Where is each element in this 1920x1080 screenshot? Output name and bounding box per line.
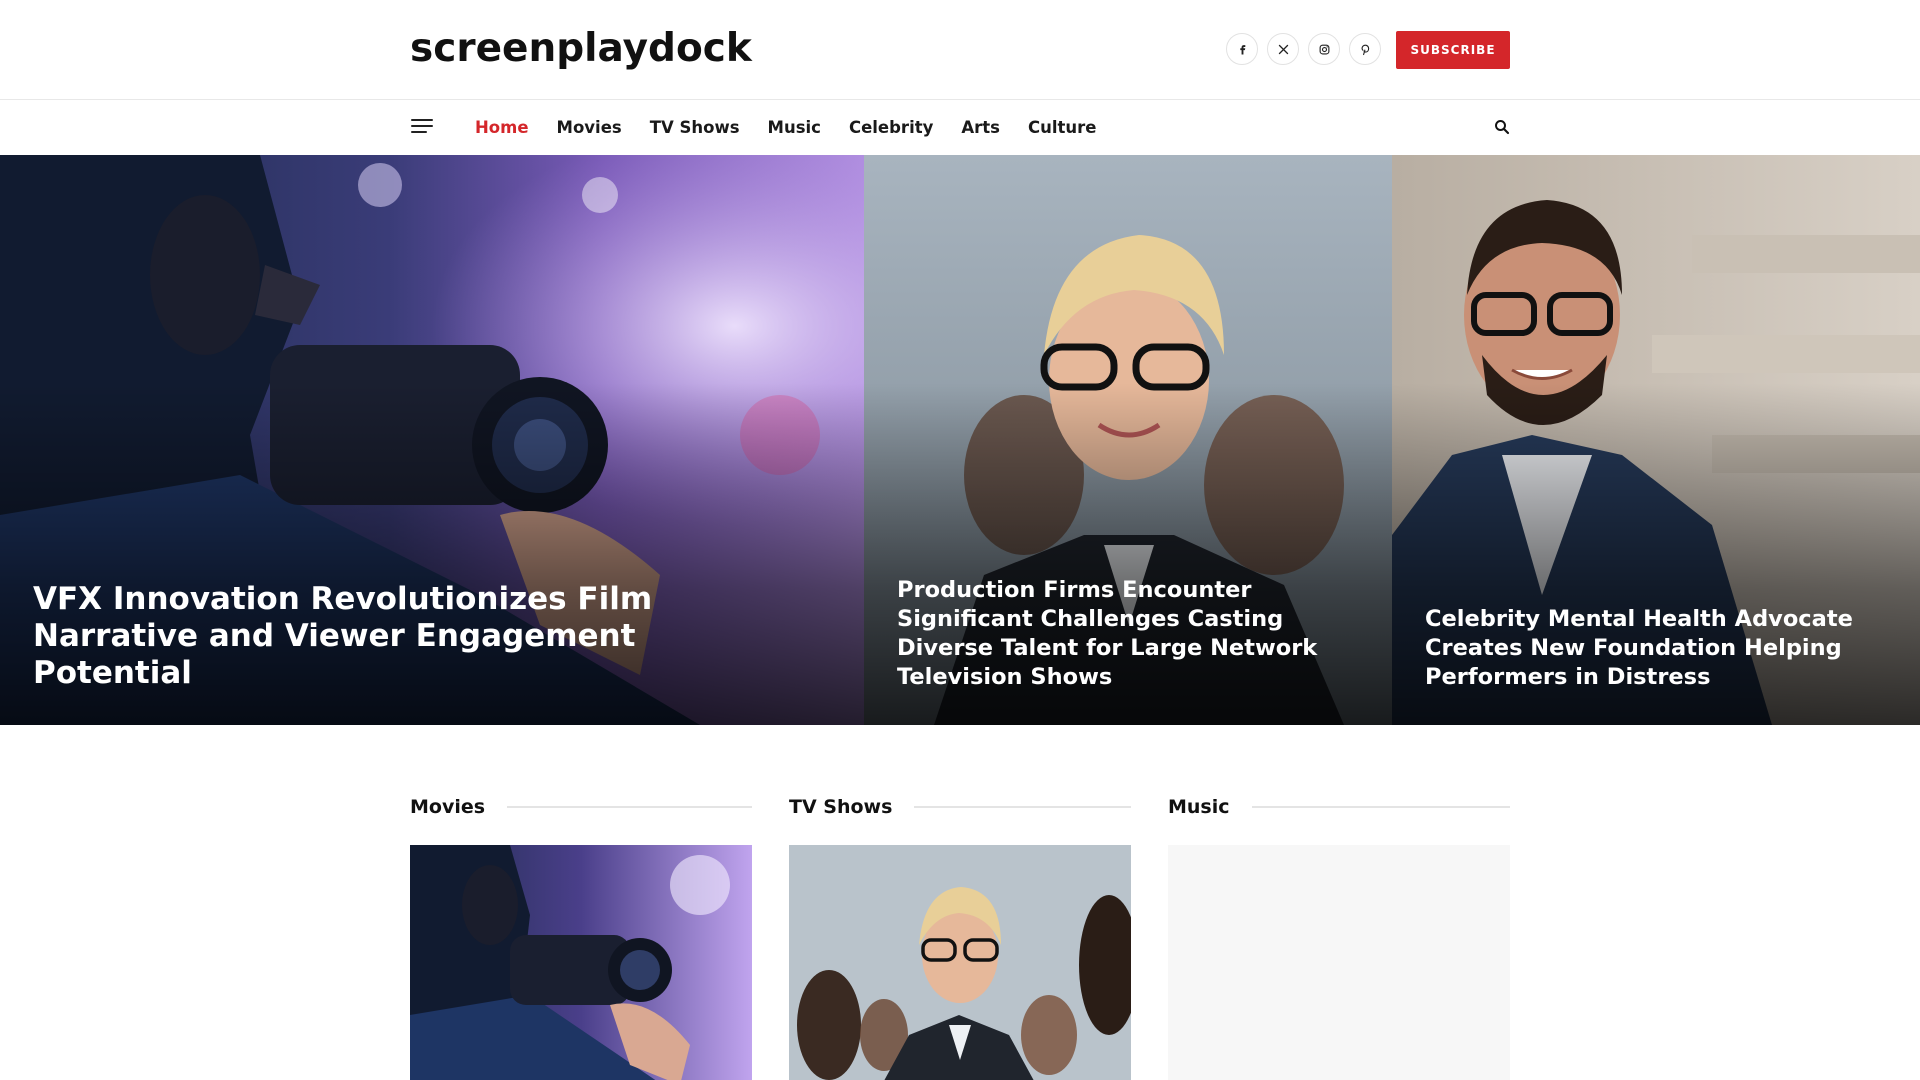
- section-music: Music: [1168, 790, 1510, 1080]
- nav-item-arts[interactable]: Arts: [961, 118, 1000, 137]
- nav-item-culture[interactable]: Culture: [1028, 118, 1096, 137]
- category-sections: Movies TV Shows Music: [410, 790, 1511, 1080]
- divider: [507, 806, 752, 808]
- hero-title-3[interactable]: Celebrity Mental Health Advocate Creates…: [1425, 605, 1890, 692]
- divider: [914, 806, 1131, 808]
- section-tv-shows: TV Shows: [789, 790, 1131, 1080]
- section-title-tv-shows[interactable]: TV Shows: [789, 796, 892, 818]
- social-links: [1226, 33, 1381, 65]
- nav-item-home[interactable]: Home: [475, 118, 529, 137]
- main-navbar: Home Movies TV Shows Music Celebrity Art…: [0, 100, 1920, 155]
- section-title-movies[interactable]: Movies: [410, 796, 485, 818]
- section-image-tv-shows[interactable]: [789, 845, 1131, 1080]
- divider: [1251, 806, 1510, 808]
- pinterest-icon: [1360, 44, 1369, 55]
- section-image-music-placeholder[interactable]: [1168, 845, 1510, 1080]
- section-header: Music: [1168, 790, 1510, 824]
- section-header: Movies: [410, 790, 752, 824]
- instagram-link[interactable]: [1308, 33, 1340, 65]
- woman-group-thumbnail: [789, 845, 1131, 1080]
- section-title-music[interactable]: Music: [1168, 796, 1230, 818]
- hero-title-2[interactable]: Production Firms Encounter Significant C…: [897, 576, 1362, 692]
- facebook-link[interactable]: [1226, 33, 1258, 65]
- section-movies: Movies: [410, 790, 752, 1080]
- site-logo[interactable]: screenplaydock: [410, 26, 752, 71]
- nav-item-tv-shows[interactable]: TV Shows: [650, 118, 740, 137]
- search-icon: [1495, 120, 1510, 135]
- x-link[interactable]: [1267, 33, 1299, 65]
- cameraman-thumbnail: [410, 845, 752, 1080]
- site-header: screenplaydock SUBSCRIBE: [0, 0, 1920, 100]
- hero-featured-grid: VFX Innovation Revolutionizes Film Narra…: [0, 155, 1920, 725]
- section-image-movies[interactable]: [410, 845, 752, 1080]
- hero-title-1[interactable]: VFX Innovation Revolutionizes Film Narra…: [33, 581, 684, 692]
- pinterest-link[interactable]: [1349, 33, 1381, 65]
- section-header: TV Shows: [789, 790, 1131, 824]
- nav-item-music[interactable]: Music: [768, 118, 821, 137]
- subscribe-button[interactable]: SUBSCRIBE: [1396, 31, 1510, 69]
- nav-menu: Home Movies TV Shows Music Celebrity Art…: [475, 100, 1124, 155]
- hamburger-menu-icon[interactable]: [411, 119, 435, 137]
- facebook-icon: [1239, 44, 1245, 54]
- instagram-icon: [1319, 44, 1329, 54]
- nav-item-celebrity[interactable]: Celebrity: [849, 118, 933, 137]
- hero-card-1[interactable]: VFX Innovation Revolutionizes Film Narra…: [0, 155, 864, 725]
- nav-item-movies[interactable]: Movies: [557, 118, 622, 137]
- hero-card-2[interactable]: Production Firms Encounter Significant C…: [864, 155, 1392, 725]
- hero-card-3[interactable]: Celebrity Mental Health Advocate Creates…: [1392, 155, 1920, 725]
- search-button[interactable]: [1493, 118, 1511, 136]
- x-icon: [1278, 44, 1288, 54]
